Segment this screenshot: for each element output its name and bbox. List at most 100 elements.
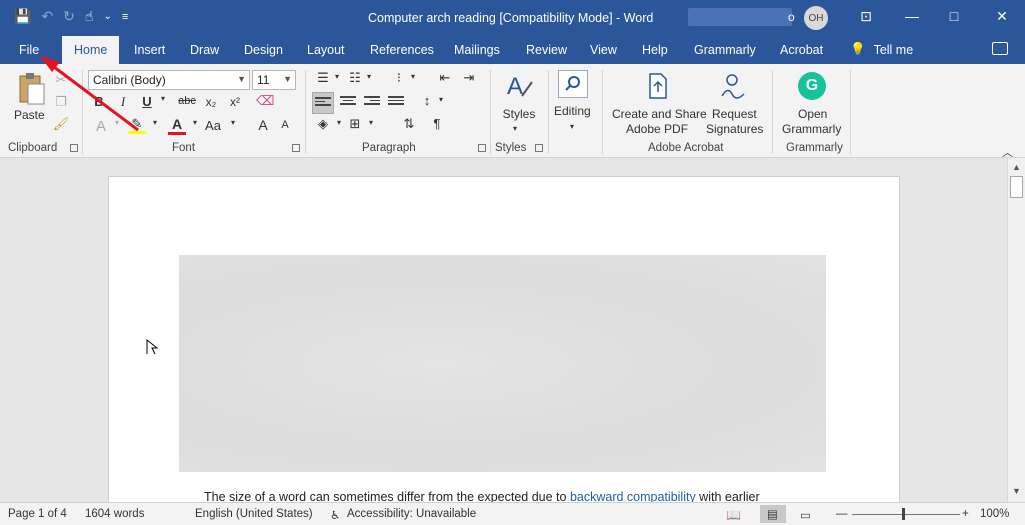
underline-dropdown-icon[interactable]: ▾ — [154, 94, 172, 103]
print-layout-button[interactable]: ▤ — [760, 505, 786, 523]
highlight-color-icon[interactable]: ✎ — [128, 116, 146, 134]
tab-file[interactable]: File — [19, 43, 39, 57]
tab-acrobat[interactable]: Acrobat — [780, 43, 823, 57]
touch-mode-icon[interactable]: ☝ — [85, 8, 94, 25]
format-painter-icon[interactable]: 🖌 — [52, 116, 70, 132]
grammarly-label[interactable]: Grammarly — [782, 122, 841, 137]
request-label[interactable]: Request — [712, 107, 757, 122]
tab-references[interactable]: References — [370, 43, 434, 57]
paragraph-launcher-icon[interactable] — [478, 144, 486, 152]
tab-review[interactable]: Review — [526, 43, 567, 57]
clear-formatting-icon[interactable]: ⌫ — [256, 93, 274, 109]
highlight-dropdown-icon[interactable]: ▾ — [146, 118, 164, 127]
multilevel-dropdown-icon[interactable]: ▾ — [404, 72, 422, 81]
signatures-label[interactable]: Signatures — [706, 122, 763, 137]
zoom-out-button[interactable]: — — [836, 508, 848, 520]
close-button[interactable]: ✕ — [992, 8, 1012, 25]
paste-icon[interactable] — [14, 72, 48, 108]
comments-icon[interactable] — [992, 42, 1008, 55]
font-launcher-icon[interactable] — [292, 144, 300, 152]
tab-view[interactable]: View — [590, 43, 617, 57]
font-color-dropdown-icon[interactable]: ▾ — [186, 118, 204, 127]
bold-button[interactable]: B — [90, 94, 108, 109]
language-indicator[interactable]: English (United States) — [195, 508, 313, 520]
vertical-scrollbar[interactable]: ▲ ▼ — [1007, 158, 1025, 502]
grammarly-icon[interactable]: G — [798, 72, 826, 100]
text-effects-dropdown-icon[interactable]: ▾ — [108, 118, 126, 127]
borders-dropdown-icon[interactable]: ▾ — [362, 118, 380, 127]
tab-insert[interactable]: Insert — [134, 43, 165, 57]
line-spacing-dropdown-icon[interactable]: ▾ — [432, 95, 450, 104]
minimize-button[interactable]: — — [902, 8, 922, 24]
tab-mailings[interactable]: Mailings — [454, 43, 500, 57]
cut-icon[interactable]: ✂ — [52, 72, 70, 88]
tab-layout[interactable]: Layout — [307, 43, 345, 57]
font-size-select[interactable]: 11 ▼ — [252, 70, 296, 90]
font-name-select[interactable]: Calibri (Body) ▼ — [88, 70, 250, 90]
create-pdf-icon[interactable] — [646, 72, 670, 104]
request-signatures-icon[interactable] — [718, 72, 748, 104]
editing-dropdown-icon[interactable]: ▾ — [570, 119, 574, 134]
italic-button[interactable]: I — [114, 94, 132, 110]
subscript-button[interactable]: x₂ — [202, 95, 220, 109]
strikethrough-button[interactable]: abc — [176, 95, 198, 107]
styles-gallery-icon[interactable]: A — [502, 70, 536, 106]
adobe-pdf-label[interactable]: Adobe PDF — [626, 122, 688, 137]
zoom-in-button[interactable]: + — [962, 508, 969, 520]
decrease-indent-icon[interactable]: ⇤ — [436, 70, 454, 86]
scroll-down-icon[interactable]: ▼ — [1012, 486, 1021, 496]
paragraph-group-label: Paragraph — [362, 142, 416, 154]
web-layout-icon[interactable]: ▭ — [800, 508, 811, 522]
word-count[interactable]: 1604 words — [85, 508, 144, 520]
align-right-icon[interactable] — [364, 96, 380, 108]
save-icon[interactable]: 💾 — [14, 8, 31, 25]
increase-indent-icon[interactable]: ⇥ — [460, 70, 478, 86]
tell-me-search[interactable]: 💡 Tell me — [850, 42, 913, 57]
tab-grammarly[interactable]: Grammarly — [694, 43, 756, 57]
editing-button[interactable]: Editing — [554, 104, 591, 119]
styles-button[interactable]: Styles — [502, 107, 536, 122]
tab-draw[interactable]: Draw — [190, 43, 219, 57]
numbering-dropdown-icon[interactable]: ▾ — [360, 72, 378, 81]
scroll-thumb[interactable] — [1010, 176, 1023, 198]
styles-dropdown-icon[interactable]: ▾ — [513, 121, 517, 136]
redo-icon[interactable]: ↻ — [63, 8, 75, 25]
justify-icon[interactable] — [388, 96, 404, 108]
change-case-dropdown-icon[interactable]: ▾ — [224, 118, 242, 127]
styles-launcher-icon[interactable] — [535, 144, 543, 152]
read-mode-icon[interactable]: 📖 — [726, 508, 741, 522]
restore-button[interactable]: □ — [944, 8, 964, 24]
avatar[interactable]: OH — [804, 6, 828, 30]
zoom-slider[interactable] — [852, 514, 960, 515]
grow-font-button[interactable]: A — [254, 117, 272, 133]
font-color-button[interactable]: A — [168, 116, 186, 135]
undo-icon[interactable]: ↶ — [41, 8, 53, 25]
paste-button[interactable]: Paste — [14, 108, 45, 123]
superscript-button[interactable]: x² — [226, 95, 244, 109]
zoom-level[interactable]: 100% — [980, 508, 1009, 520]
scroll-up-icon[interactable]: ▲ — [1012, 162, 1021, 172]
tab-home[interactable]: Home — [62, 36, 120, 64]
editing-icon[interactable] — [558, 70, 588, 98]
customize-qat-icon[interactable]: ≡ — [122, 11, 128, 23]
tab-design[interactable]: Design — [244, 43, 283, 57]
ribbon-display-options-icon[interactable]: ⊡ — [856, 8, 876, 25]
create-share-label[interactable]: Create and Share — [612, 107, 707, 122]
clipboard-launcher-icon[interactable] — [70, 144, 78, 152]
accessibility-status[interactable]: Accessibility: Unavailable — [347, 508, 476, 520]
shrink-font-button[interactable]: A — [276, 119, 294, 131]
change-case-icon[interactable]: Aa — [204, 118, 222, 133]
copy-icon[interactable]: ❐ — [52, 94, 70, 110]
bullets-dropdown-icon[interactable]: ▾ — [328, 72, 346, 81]
page-count[interactable]: Page 1 of 4 — [8, 508, 67, 520]
zoom-slider-thumb[interactable] — [902, 508, 905, 520]
touch-dropdown-icon[interactable]: ⌄ — [103, 11, 111, 22]
document-page[interactable]: The size of a word can sometimes differ … — [108, 176, 900, 506]
tab-help[interactable]: Help — [642, 43, 668, 57]
show-formatting-button[interactable]: ¶ — [428, 116, 446, 131]
open-grammarly-label[interactable]: Open — [798, 107, 827, 122]
align-center-icon[interactable] — [340, 96, 356, 108]
group-divider — [548, 70, 549, 154]
align-left-button[interactable] — [312, 92, 334, 114]
sort-icon[interactable]: ⇅ — [400, 116, 418, 132]
